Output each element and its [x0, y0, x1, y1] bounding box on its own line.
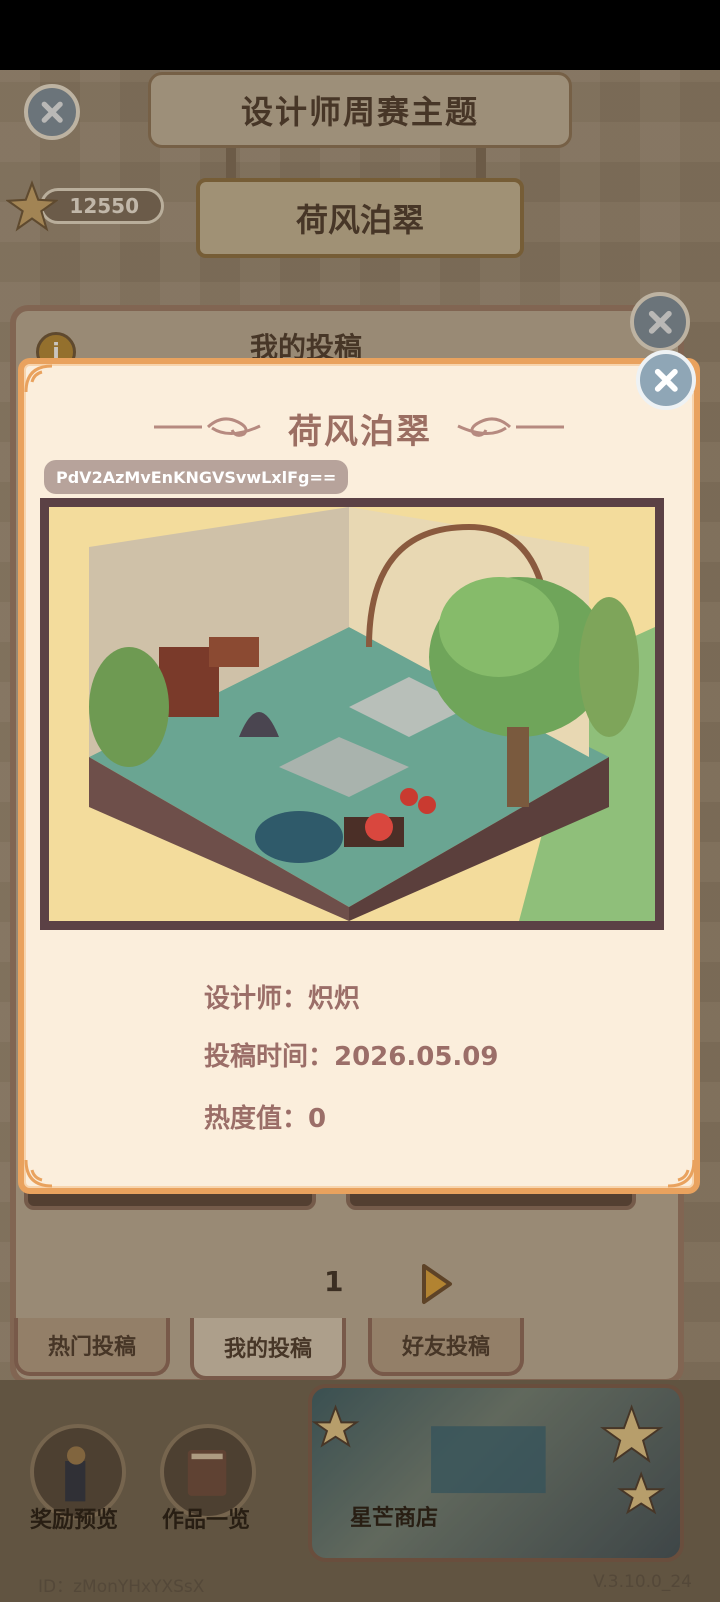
submit-time-info: 投稿时间：2026.05.09	[204, 1042, 499, 1072]
heat-value-info: 热度值：0	[204, 1104, 327, 1134]
designer-info: 设计师：炽炽	[204, 984, 361, 1014]
close-icon	[654, 368, 678, 392]
close-modal-button[interactable]	[636, 350, 696, 410]
status-bar	[0, 0, 720, 70]
corner-ornament-icon	[24, 1159, 53, 1188]
corner-ornament-icon	[667, 1159, 696, 1188]
garden-room-image	[49, 507, 655, 921]
modal-title: 荷风泊翠	[288, 412, 432, 452]
corner-ornament-icon	[24, 364, 53, 393]
share-code[interactable]: PdV2AzMvEnKNGVSvwLxlFg==	[44, 460, 349, 494]
design-artwork	[40, 498, 664, 930]
